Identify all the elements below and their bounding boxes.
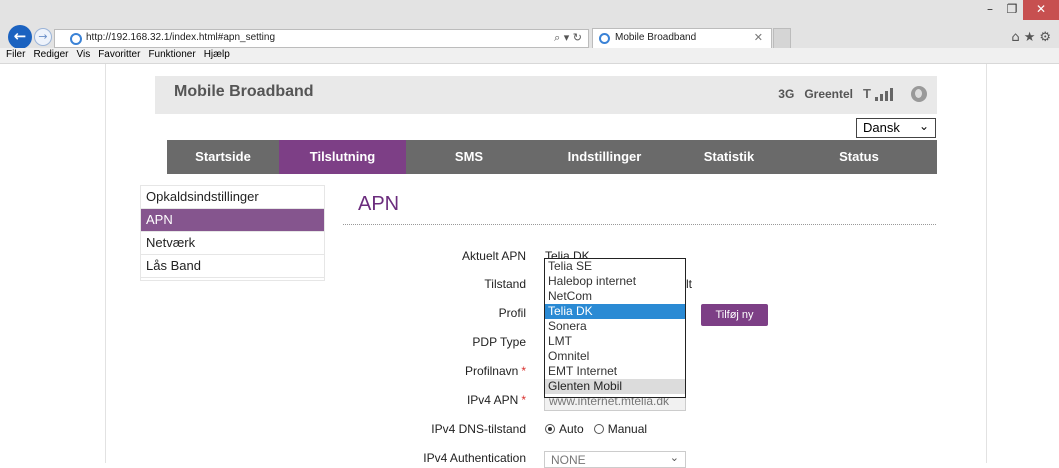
current-apn-label: Aktuelt APN (461, 249, 526, 263)
forward-button[interactable]: → (34, 28, 52, 46)
pdp-type-label: PDP Type (472, 335, 526, 349)
ipv4-apn-label: IPv4 APN * (366, 393, 526, 407)
profile-option[interactable]: Omnitel (545, 349, 685, 364)
sidebar-item-network[interactable]: Netværk (141, 232, 324, 255)
signal-strength-icon: T (863, 87, 901, 101)
dns-manual-radio[interactable] (593, 424, 604, 434)
mode-value-partial: lt (686, 277, 692, 291)
profile-option[interactable]: Sonera (545, 319, 685, 334)
menu-bar: Filer Rediger Vis Favoritter Funktioner … (0, 48, 1059, 64)
tab-statistik[interactable]: Statistik (677, 140, 781, 174)
sidebar-item-band-lock[interactable]: Lås Band (141, 255, 324, 278)
menu-file[interactable]: Filer (0, 48, 25, 63)
home-icon[interactable]: ⌂ (1011, 30, 1023, 45)
profile-option-hovered[interactable]: Glenten Mobil (545, 379, 685, 394)
tab-title: Mobile Broadband (615, 32, 697, 43)
profile-option[interactable]: EMT Internet (545, 364, 685, 379)
required-marker: * (521, 393, 526, 407)
profile-name-label: Profilnavn * (366, 364, 526, 378)
connection-status: 3G Greentel T (778, 86, 927, 102)
chevron-down-icon: ⌄ (918, 119, 929, 133)
auth-select[interactable]: NONE ⌄ (544, 451, 686, 468)
page-border-left (105, 64, 106, 463)
browser-tab[interactable]: Mobile Broadband ✕ (592, 28, 772, 48)
profile-option[interactable]: Telia SE (545, 259, 685, 274)
restore-icon[interactable]: ❐ (1001, 0, 1023, 20)
settings-gear-icon[interactable]: ⚙ (1039, 30, 1055, 45)
network-type: 3G (778, 87, 795, 101)
profile-name-label-text: Profilnavn (464, 364, 519, 378)
profile-label: Profil (498, 306, 526, 320)
auth-selected: NONE (551, 453, 586, 467)
brand-title: Mobile Broadband (174, 83, 314, 100)
app-header: Mobile Broadband 3G Greentel T (155, 76, 937, 114)
dns-mode-radios: Auto Manual (545, 422, 647, 436)
ipv4-apn-label-text: IPv4 APN (466, 393, 519, 407)
page-title: APN (358, 193, 400, 215)
favorites-star-icon[interactable]: ★ (1024, 30, 1040, 45)
ie-site-icon (70, 33, 82, 45)
sidebar: Opkaldsindstillinger APN Netværk Lås Ban… (141, 186, 324, 278)
main-navigation: Startside Tilslutning SMS Indstillinger … (167, 140, 937, 174)
menu-tools[interactable]: Funktioner (142, 48, 195, 63)
operator-name: Greentel (804, 87, 853, 101)
menu-favorites[interactable]: Favoritter (92, 48, 140, 63)
dns-auto-label: Auto (559, 422, 584, 436)
address-bar[interactable]: http://192.168.32.1/index.html#apn_setti… (54, 29, 589, 48)
menu-view[interactable]: Vis (70, 48, 90, 63)
search-refresh-icon[interactable]: ⌕ ▾ ↻ (554, 31, 582, 45)
language-selected: Dansk (863, 120, 900, 135)
close-window-icon[interactable]: ✕ (1023, 0, 1059, 20)
tab-close-icon[interactable]: ✕ (754, 31, 763, 44)
language-select[interactable]: Dansk ⌄ (856, 118, 936, 138)
mode-label: Tilstand (484, 277, 526, 291)
chevron-down-icon: ⌄ (669, 451, 679, 464)
page-border-right (986, 64, 987, 463)
sidebar-item-apn[interactable]: APN (141, 209, 324, 232)
signal-antenna-glyph: T (863, 86, 871, 101)
profile-option[interactable]: NetCom (545, 289, 685, 304)
menu-help[interactable]: Hjælp (198, 48, 230, 63)
required-marker: * (521, 364, 526, 378)
title-divider (343, 224, 936, 225)
tab-sms[interactable]: SMS (406, 140, 532, 174)
sidebar-item-dial-settings[interactable]: Opkaldsindstillinger (141, 186, 324, 209)
profile-option-selected[interactable]: Telia DK (545, 304, 685, 319)
tab-site-icon (599, 33, 610, 44)
window-controls: – ❐ ✕ (979, 0, 1059, 22)
tab-tilslutning[interactable]: Tilslutning (279, 140, 406, 174)
profile-dropdown-list: Telia SE Halebop internet NetCom Telia D… (544, 258, 686, 398)
dns-manual-label: Manual (607, 422, 648, 436)
tab-status[interactable]: Status (781, 140, 937, 174)
tab-indstillinger[interactable]: Indstillinger (532, 140, 677, 174)
profile-option[interactable]: Halebop internet (545, 274, 685, 289)
menu-edit[interactable]: Rediger (27, 48, 68, 63)
tab-startside[interactable]: Startside (167, 140, 279, 174)
minimize-icon[interactable]: – (979, 0, 1001, 20)
browser-toolbar-icons: ⌂★⚙ (1011, 30, 1055, 45)
new-tab-button[interactable] (773, 28, 791, 48)
dns-auto-radio[interactable] (545, 424, 555, 434)
add-profile-button[interactable]: Tilføj ny (701, 304, 768, 326)
dns-mode-label: IPv4 DNS-tilstand (431, 422, 526, 436)
globe-icon (911, 86, 927, 102)
profile-option[interactable]: LMT (545, 334, 685, 349)
url-text[interactable]: http://192.168.32.1/index.html#apn_setti… (86, 32, 275, 43)
back-button[interactable]: ← (8, 25, 32, 49)
